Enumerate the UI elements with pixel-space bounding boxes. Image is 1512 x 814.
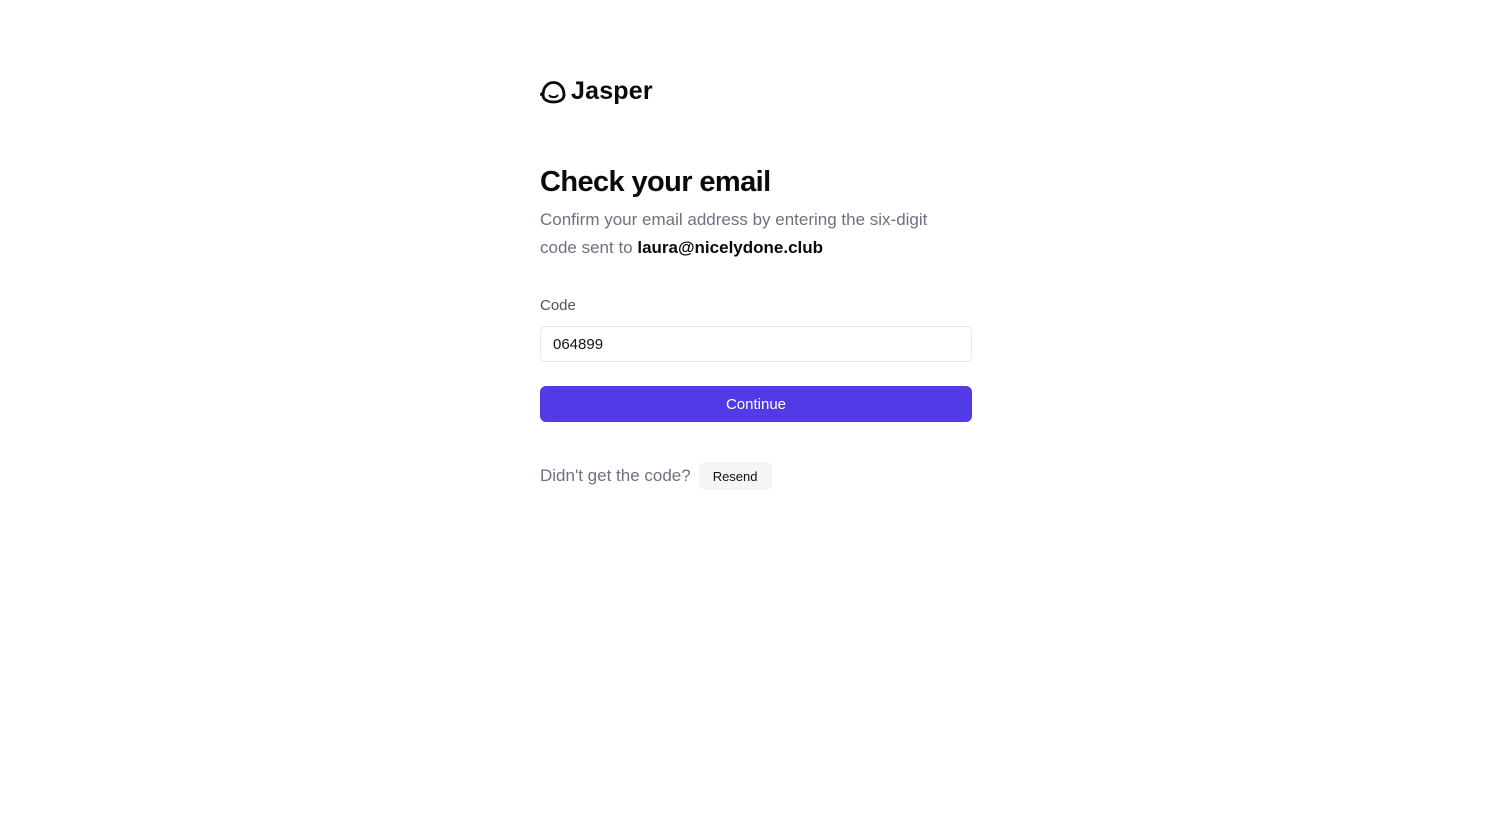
resend-prompt: Didn't get the code? <box>540 466 691 485</box>
code-field-label: Code <box>540 297 576 314</box>
page-subtitle: Confirm your email address by entering t… <box>540 206 960 262</box>
resend-row: Didn't get the code? Resend <box>540 462 972 490</box>
resend-button[interactable]: Resend <box>698 462 772 490</box>
jasper-logo-icon <box>540 79 567 104</box>
verification-panel: Jasper Check your email Confirm your ema… <box>540 76 972 490</box>
page-title: Check your email <box>540 166 771 198</box>
brand-name: Jasper <box>571 77 653 105</box>
code-input[interactable] <box>540 326 972 362</box>
continue-button[interactable]: Continue <box>540 386 972 422</box>
email-address: laura@nicelydone.club <box>637 238 824 257</box>
brand-logo: Jasper <box>540 76 972 106</box>
